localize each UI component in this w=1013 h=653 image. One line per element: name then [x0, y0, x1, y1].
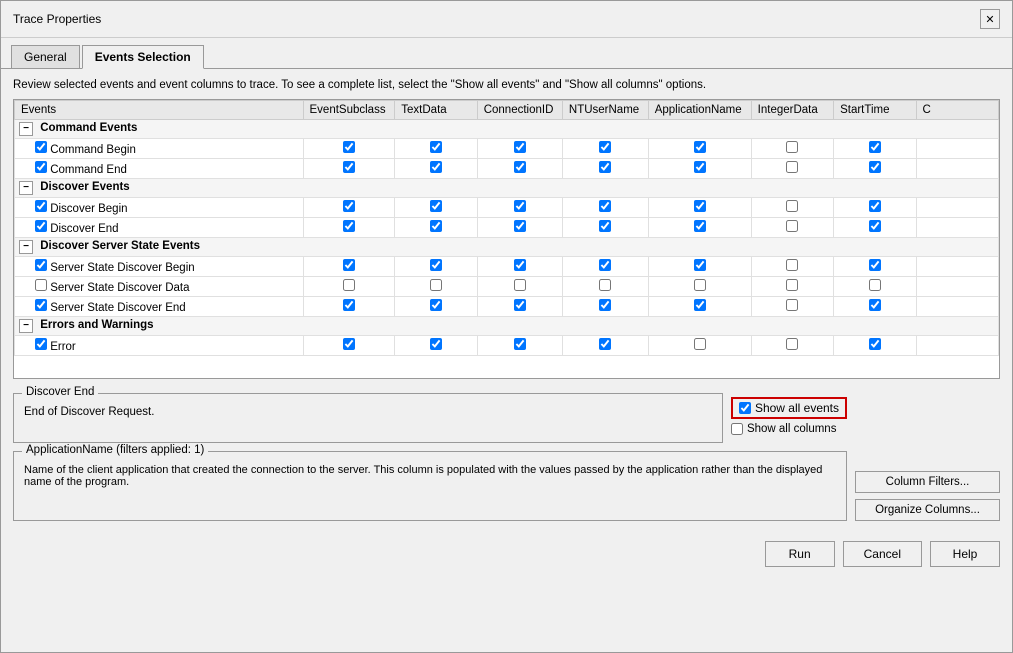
check-cell [303, 139, 395, 159]
event-checkbox[interactable] [35, 220, 47, 232]
events-table-container[interactable]: Events EventSubclass TextData Connection… [13, 99, 1000, 379]
show-all-columns-checkbox[interactable] [731, 423, 743, 435]
group-label-command-events: Command Events [40, 122, 137, 134]
tab-general[interactable]: General [11, 45, 80, 69]
event-label: Discover Begin [15, 198, 304, 218]
col-header-ntusername: NTUserName [562, 101, 648, 120]
events-table: Events EventSubclass TextData Connection… [14, 100, 999, 356]
trace-properties-window: Trace Properties ✕ General Events Select… [0, 0, 1013, 653]
run-button[interactable]: Run [765, 541, 835, 567]
event-label: Server State Discover Data [15, 277, 304, 297]
window-title: Trace Properties [13, 12, 101, 26]
discover-end-text: End of Discover Request. [24, 406, 712, 418]
appname-legend: ApplicationName (filters applied: 1) [22, 444, 208, 456]
table-row: Command End [15, 159, 999, 179]
collapse-discover-events[interactable]: − [19, 181, 33, 195]
table-row: Discover End [15, 218, 999, 238]
event-checkbox[interactable] [35, 259, 47, 271]
description-text: Review selected events and event columns… [13, 79, 1000, 91]
event-label: Discover End [15, 218, 304, 238]
column-filters-button[interactable]: Column Filters... [855, 471, 1000, 493]
table-row: Server State Discover Data [15, 277, 999, 297]
group-row-discover-server: − Discover Server State Events [15, 238, 999, 257]
event-label: Command End [15, 159, 304, 179]
title-bar: Trace Properties ✕ [1, 1, 1012, 38]
cancel-button[interactable]: Cancel [843, 541, 922, 567]
tab-content: Review selected events and event columns… [1, 69, 1012, 531]
organize-columns-button[interactable]: Organize Columns... [855, 499, 1000, 521]
show-all-columns-container: Show all columns [731, 423, 847, 435]
group-row-discover-events: − Discover Events [15, 179, 999, 198]
tab-events-selection[interactable]: Events Selection [82, 45, 204, 69]
event-checkbox[interactable] [35, 299, 47, 311]
collapse-command-events[interactable]: − [19, 122, 33, 136]
show-all-columns-label: Show all columns [747, 423, 836, 435]
event-label: Server State Discover Begin [15, 257, 304, 277]
event-label: Error [15, 336, 304, 356]
collapse-discover-server[interactable]: − [19, 240, 33, 254]
check-cell [395, 139, 477, 159]
table-row: Discover Begin [15, 198, 999, 218]
group-label-discover-events: Discover Events [40, 181, 130, 193]
check-cell [648, 139, 751, 159]
show-all-events-label: Show all events [755, 401, 839, 415]
check-cell [477, 139, 562, 159]
check-cell [751, 139, 833, 159]
collapse-errors[interactable]: − [19, 319, 33, 333]
check-cell [916, 139, 998, 159]
table-row: Command Begin [15, 139, 999, 159]
col-header-eventsubclass: EventSubclass [303, 101, 395, 120]
help-button[interactable]: Help [930, 541, 1000, 567]
col-header-events: Events [15, 101, 304, 120]
table-row: Server State Discover End [15, 297, 999, 317]
col-header-starttime: StartTime [834, 101, 916, 120]
tab-bar: General Events Selection [1, 38, 1012, 69]
group-row-command-events: − Command Events [15, 120, 999, 139]
show-all-events-container: Show all events [731, 397, 847, 419]
event-label: Server State Discover End [15, 297, 304, 317]
table-header-row: Events EventSubclass TextData Connection… [15, 101, 999, 120]
event-checkbox[interactable] [35, 279, 47, 291]
col-header-connectionid: ConnectionID [477, 101, 562, 120]
table-row: Error [15, 336, 999, 356]
col-header-applicationname: ApplicationName [648, 101, 751, 120]
group-label-discover-server: Discover Server State Events [40, 240, 200, 252]
footer-buttons: Run Cancel Help [1, 531, 1012, 579]
check-cell [834, 139, 916, 159]
close-button[interactable]: ✕ [980, 9, 1000, 29]
show-all-events-checkbox[interactable] [739, 402, 751, 414]
check-cell [562, 139, 648, 159]
col-header-integerdata: IntegerData [751, 101, 833, 120]
appname-description: Name of the client application that crea… [24, 464, 836, 488]
event-checkbox[interactable] [35, 200, 47, 212]
show-options: Show all events Show all columns [731, 393, 847, 435]
group-row-errors: − Errors and Warnings [15, 317, 999, 336]
col-header-textdata: TextData [395, 101, 477, 120]
event-label: Command Begin [15, 139, 304, 159]
side-buttons: Column Filters... Organize Columns... [855, 387, 1000, 521]
bottom-section: Discover End End of Discover Request. Sh… [13, 387, 1000, 521]
left-bottom: Discover End End of Discover Request. Sh… [13, 387, 847, 521]
col-header-c: C [916, 101, 998, 120]
discover-end-legend: Discover End [22, 386, 98, 398]
group-label-errors: Errors and Warnings [40, 319, 153, 331]
event-checkbox[interactable] [35, 161, 47, 173]
event-checkbox[interactable] [35, 141, 47, 153]
table-row: Server State Discover Begin [15, 257, 999, 277]
event-checkbox[interactable] [35, 338, 47, 350]
